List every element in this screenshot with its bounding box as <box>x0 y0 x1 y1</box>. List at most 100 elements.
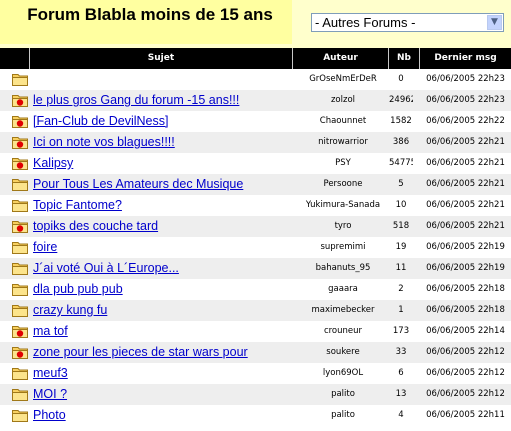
topic-link[interactable]: crazy kung fu <box>33 300 293 321</box>
chevron-down-icon[interactable]: ▼ <box>487 15 502 30</box>
topic-author: palito <box>331 389 355 399</box>
hot-topic-folder-icon <box>12 221 28 233</box>
table-row: Topic Fantome? Yukimura-Sanada 10 06/06/200… <box>0 195 511 216</box>
topic-author: Persoone <box>323 179 363 189</box>
hot-topic-dot <box>16 120 24 127</box>
topic-last-message: 06/06/2005 22h18 <box>426 305 505 315</box>
topic-message-count: 54775 <box>389 158 413 168</box>
table-row: foire supremimi 19 06/06/2005 22h19 <box>0 237 511 258</box>
column-count[interactable]: Nb <box>389 48 419 69</box>
topics-table-header: Sujet Auteur Nb Dernier msg <box>0 48 511 69</box>
table-row: le plus gros Gang du forum -15 ans!!! zol… <box>0 90 511 111</box>
topic-last-message: 06/06/2005 22h19 <box>426 263 505 273</box>
topic-last-message: 06/06/2005 22h23 <box>426 74 505 84</box>
hot-topic-folder-icon <box>12 137 28 149</box>
folder-icon <box>12 305 28 317</box>
hot-topic-dot <box>16 99 24 106</box>
topic-author: Chaounnet <box>319 116 367 126</box>
hot-topic-folder-icon <box>12 158 28 170</box>
topic-message-count: 518 <box>392 221 410 231</box>
table-row: meuf3 lyon69OL 6 06/06/2005 22h12 <box>0 363 511 384</box>
topic-link[interactable]: Pour Tous Les Amateurs dec Musique <box>33 174 293 195</box>
table-row: dla pub pub pub gaaara 2 06/06/2005 22h18 <box>0 279 511 300</box>
topic-last-message: 06/06/2005 22h11 <box>426 410 505 420</box>
topic-author: maximebecker <box>311 305 375 315</box>
topic-author: tyro <box>334 221 352 231</box>
table-row: Ici on note vos blagues!!!! nitrowarrior 3… <box>0 132 511 153</box>
topic-message-count: 1582 <box>390 116 412 126</box>
hot-topic-folder-icon <box>12 116 28 128</box>
folder-icon <box>12 263 28 275</box>
topic-author: bahanuts_95 <box>315 263 371 273</box>
table-row: [Fan-Club de DevilNess] Chaounnet 1582 06/0… <box>0 111 511 132</box>
topic-author: lyon69OL <box>322 368 364 378</box>
topic-author: nitrowarrior <box>318 137 368 147</box>
topic-author: gaaara <box>328 284 358 294</box>
topic-last-message: 06/06/2005 22h12 <box>426 347 505 357</box>
topic-last-message: 06/06/2005 22h12 <box>426 368 505 378</box>
topic-author: crouneur <box>323 326 363 336</box>
topic-link[interactable]: le plus gros Gang du forum -15 ans!!! <box>33 90 293 111</box>
topic-author: supremimi <box>320 242 366 252</box>
topic-last-message: 06/06/2005 22h22 <box>426 116 505 126</box>
hot-topic-folder-icon <box>12 347 28 359</box>
topic-author: PSY <box>335 158 351 168</box>
folder-icon <box>12 284 28 296</box>
column-subject[interactable]: Sujet <box>30 48 292 69</box>
other-forums-select-value: - Autres Forums - <box>315 15 416 30</box>
topic-message-count: 0 <box>398 74 404 84</box>
topic-message-count: 19 <box>395 242 407 252</box>
topic-link[interactable]: zone pour les pieces de star wars pour <box>33 342 293 363</box>
topic-message-count: 2 <box>398 284 404 294</box>
folder-icon <box>12 74 28 86</box>
topic-last-message: 06/06/2005 22h19 <box>426 242 505 252</box>
topic-last-message: 06/06/2005 22h21 <box>426 158 505 168</box>
table-row: Pour Tous Les Amateurs dec Musique Persoo… <box>0 174 511 195</box>
topic-message-count: 6 <box>398 368 404 378</box>
topic-link[interactable]: meuf3 <box>33 363 293 384</box>
topic-author: soukere <box>326 347 360 357</box>
hot-topic-dot <box>16 351 24 358</box>
topic-link[interactable]: Photo <box>33 405 293 426</box>
topic-last-message: 06/06/2005 22h23 <box>426 95 505 105</box>
topic-message-count: 11 <box>395 263 407 273</box>
folder-icon <box>12 368 28 380</box>
topic-link[interactable] <box>33 69 293 90</box>
hot-topic-dot <box>16 330 24 337</box>
topic-last-message: 06/06/2005 22h21 <box>426 221 505 231</box>
table-row: Photo palito 4 06/06/2005 22h11 <box>0 405 511 426</box>
topic-last-message: 06/06/2005 22h14 <box>426 326 505 336</box>
hot-topic-dot <box>16 225 24 232</box>
topic-link[interactable]: topiks des couche tard <box>33 216 293 237</box>
column-last-message[interactable]: Dernier msg <box>420 48 511 69</box>
topic-author: palito <box>331 410 355 420</box>
column-author[interactable]: Auteur <box>293 48 388 69</box>
topic-message-count: 1 <box>398 305 404 315</box>
topic-link[interactable]: ma tof <box>33 321 293 342</box>
topic-link[interactable]: Topic Fantome? <box>33 195 293 216</box>
folder-icon <box>12 410 28 422</box>
topic-link[interactable]: dla pub pub pub <box>33 279 293 300</box>
topic-link[interactable]: foire <box>33 237 293 258</box>
topic-last-message: 06/06/2005 22h21 <box>426 200 505 210</box>
table-row: zone pour les pieces de star wars pour so… <box>0 342 511 363</box>
table-row: Kalipsy PSY 54775 06/06/2005 22h21 <box>0 153 511 174</box>
topic-author: zolzol <box>330 95 356 105</box>
hot-topic-dot <box>16 141 24 148</box>
table-row: topiks des couche tard tyro 518 06/06/2005 … <box>0 216 511 237</box>
topic-link[interactable]: Ici on note vos blagues!!!! <box>33 132 293 153</box>
other-forums-select[interactable]: - Autres Forums - ▼ <box>311 13 504 32</box>
topic-link[interactable]: [Fan-Club de DevilNess] <box>33 111 293 132</box>
topic-author: Yukimura-Sanada <box>305 200 381 210</box>
hot-topic-folder-icon <box>12 95 28 107</box>
table-row: crazy kung fu maximebecker 1 06/06/2005 22h… <box>0 300 511 321</box>
topic-message-count: 4 <box>398 410 404 420</box>
topic-message-count: 13 <box>395 389 407 399</box>
folder-icon <box>12 179 28 191</box>
topic-link[interactable]: MOI ? <box>33 384 293 405</box>
topic-last-message: 06/06/2005 22h21 <box>426 179 505 189</box>
topic-message-count: 33 <box>395 347 407 357</box>
table-row: ma tof crouneur 173 06/06/2005 22h14 <box>0 321 511 342</box>
topic-link[interactable]: Kalipsy <box>33 153 293 174</box>
topic-link[interactable]: J´ai voté Oui à L´Europe... <box>33 258 293 279</box>
